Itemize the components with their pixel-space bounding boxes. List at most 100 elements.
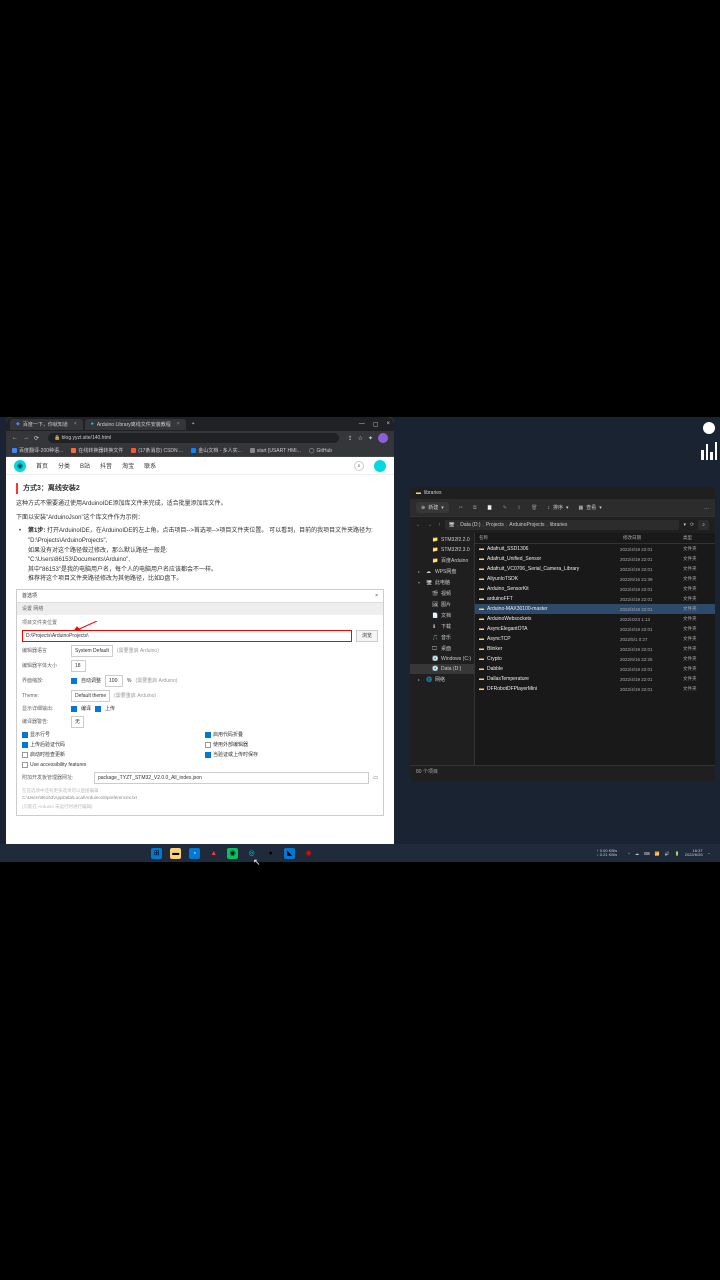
browser-tab[interactable]: ◆ 百度一下，你就知道 ×: [10, 419, 83, 430]
checkbox[interactable]: [205, 732, 211, 738]
delete-icon[interactable]: 🗑: [531, 505, 537, 511]
bookmark-item[interactable]: start [USART HMI...: [250, 448, 301, 454]
col-name[interactable]: 名称: [479, 535, 623, 541]
forward-icon[interactable]: →: [23, 435, 29, 441]
sort-button[interactable]: ↕ 排序 ▾: [548, 504, 569, 511]
start-button[interactable]: ⊞: [151, 848, 162, 859]
nav-category[interactable]: 分类: [58, 461, 70, 470]
nav-douyin[interactable]: 抖音: [100, 461, 112, 470]
bookmark-item[interactable]: 百度翻译-200种语...: [12, 447, 63, 454]
sidebar-item[interactable]: 🎬视频: [410, 588, 474, 599]
file-row[interactable]: ▬DFRobotDFPlayerMini2022/4/19 22:01文件夹: [475, 684, 715, 694]
sidebar-item[interactable]: 🖵桌面: [410, 643, 474, 654]
maximize-icon[interactable]: ▢: [373, 421, 379, 428]
file-row[interactable]: ▬Dabble2022/4/19 22:01文件夹: [475, 664, 715, 674]
checkbox[interactable]: [22, 742, 28, 748]
nav-taobao[interactable]: 淘宝: [122, 461, 134, 470]
tab-close-icon[interactable]: ×: [74, 421, 77, 427]
file-row[interactable]: ▬DallasTemperature2022/4/19 22:01文件夹: [475, 674, 715, 684]
profile-avatar[interactable]: [378, 433, 388, 443]
new-button[interactable]: ⊕ 新建 ▾: [416, 502, 449, 513]
user-avatar[interactable]: [374, 460, 386, 472]
nav-home[interactable]: 首页: [36, 461, 48, 470]
nav-bilibili[interactable]: B站: [80, 461, 90, 470]
sidebar-item[interactable]: 📁百度Arduino: [410, 555, 474, 566]
file-row[interactable]: ▬Arduino_SensorKit2022/4/19 22:01文件夹: [475, 584, 715, 594]
search-icon[interactable]: ⌕: [698, 520, 709, 530]
file-row[interactable]: ▬Adafruit_SSD13062022/4/19 22:01文件夹: [475, 544, 715, 554]
back-icon[interactable]: ←: [416, 522, 421, 528]
onedrive-icon[interactable]: ☁: [635, 851, 639, 856]
checkbox[interactable]: [22, 752, 28, 758]
sidebar-item[interactable]: ▾🖥此电脑: [410, 577, 474, 588]
sidebar-item[interactable]: 📁STM32f2.3.0: [410, 545, 474, 555]
more-icon[interactable]: …: [704, 505, 709, 511]
editor-lang-select[interactable]: System Default: [71, 645, 113, 657]
scale-auto-checkbox[interactable]: [71, 678, 77, 684]
url-bar[interactable]: 🔒 blog.yyzt.site/140.html: [48, 433, 339, 443]
wechat-icon[interactable]: ◉: [227, 848, 238, 859]
dialog-close-icon[interactable]: ×: [375, 592, 378, 600]
scale-input[interactable]: 100: [105, 675, 123, 687]
browse-button[interactable]: 浏览: [356, 630, 378, 642]
nav-contact[interactable]: 联系: [144, 461, 156, 470]
widget-icon[interactable]: [703, 422, 715, 434]
notification-icon[interactable]: ◔: [708, 851, 710, 856]
theme-select[interactable]: Default theme: [71, 690, 110, 702]
sidebar-item[interactable]: ▸🌐网络: [410, 674, 474, 685]
bookmark-item[interactable]: 金山文档 - 多人实...: [191, 447, 242, 454]
col-date[interactable]: 修改日期: [623, 535, 683, 541]
dropdown-icon[interactable]: ▾: [683, 522, 686, 528]
site-logo[interactable]: ◉: [14, 460, 26, 472]
file-row[interactable]: ▬ArduinoWebsockets2022/4/23 1:13文件夹: [475, 614, 715, 624]
reload-icon[interactable]: ⟳: [34, 435, 39, 442]
dialog-tabs[interactable]: 设置 网络: [17, 603, 383, 615]
browser-tab[interactable]: ● Arduino Library离线文件安装教程 ×: [85, 419, 186, 430]
share-icon[interactable]: ⇪: [517, 505, 521, 511]
app-icon[interactable]: ▲: [208, 848, 219, 859]
sidebar-item[interactable]: ▸☁WPS网盘: [410, 566, 474, 577]
file-row[interactable]: ▬Arduino-MAX30100-master2022/4/19 22:01文…: [475, 604, 715, 614]
paste-icon[interactable]: 📋: [487, 505, 493, 511]
breadcrumb-item[interactable]: Projects: [486, 522, 504, 528]
view-button[interactable]: ▦ 查看 ▾: [579, 504, 602, 511]
share-icon[interactable]: ⇪: [348, 435, 353, 442]
font-input[interactable]: 18: [71, 660, 86, 672]
vscode-icon[interactable]: ◣: [284, 848, 295, 859]
sidebar-item[interactable]: 💽Data (D:): [410, 664, 474, 674]
refresh-icon[interactable]: ⟳: [690, 522, 694, 528]
file-row[interactable]: ▬arduinoFFT2022/4/19 22:01文件夹: [475, 594, 715, 604]
copy-icon[interactable]: ⧉: [473, 505, 477, 511]
file-row[interactable]: ▬Adafruit_Unified_Sensor2022/4/19 22:01文…: [475, 554, 715, 564]
sketchbook-path-input[interactable]: D:\Projects\ArduinoProjects\: [22, 630, 352, 642]
explorer-icon[interactable]: ▬: [170, 848, 181, 859]
close-icon[interactable]: ×: [386, 421, 390, 428]
extensions-icon[interactable]: ✦: [368, 435, 373, 442]
checkbox[interactable]: [205, 742, 211, 748]
bookmark-item[interactable]: ◯GitHub: [309, 448, 332, 454]
input-icon[interactable]: ⌨: [644, 851, 650, 856]
tab-close-icon[interactable]: ×: [177, 421, 180, 427]
star-icon[interactable]: ☆: [358, 435, 363, 442]
minimize-icon[interactable]: —: [359, 421, 365, 428]
forward-icon[interactable]: →: [427, 522, 432, 528]
search-icon[interactable]: ⌕: [354, 461, 364, 471]
clock[interactable]: 16:37 2022/6/26: [685, 849, 703, 858]
sidebar-item[interactable]: 📁STM32f2.2.0: [410, 535, 474, 545]
file-row[interactable]: ▬AsyncElegantOTA2022/4/19 22:01文件夹: [475, 624, 715, 634]
board-url-manage-icon[interactable]: ▭: [373, 774, 378, 782]
sidebar-item[interactable]: 📄文档: [410, 610, 474, 621]
sidebar-item[interactable]: 💽Windows (C:): [410, 654, 474, 664]
battery-icon[interactable]: 🔋: [675, 851, 680, 856]
chrome-icon[interactable]: ●: [265, 848, 276, 859]
warn-select[interactable]: 无: [71, 716, 84, 728]
breadcrumb-item[interactable]: Data (D:): [460, 522, 480, 528]
back-icon[interactable]: ←: [12, 435, 18, 441]
checkbox[interactable]: [205, 752, 211, 758]
new-tab-icon[interactable]: +: [192, 421, 195, 427]
file-row[interactable]: ▬AsyncTCP2022/5/1 0:27文件夹: [475, 634, 715, 644]
wifi-icon[interactable]: 📶: [655, 851, 660, 856]
sidebar-item[interactable]: ⬇下载: [410, 621, 474, 632]
rename-icon[interactable]: ✎: [503, 505, 507, 511]
verbose-upload-checkbox[interactable]: [95, 706, 101, 712]
